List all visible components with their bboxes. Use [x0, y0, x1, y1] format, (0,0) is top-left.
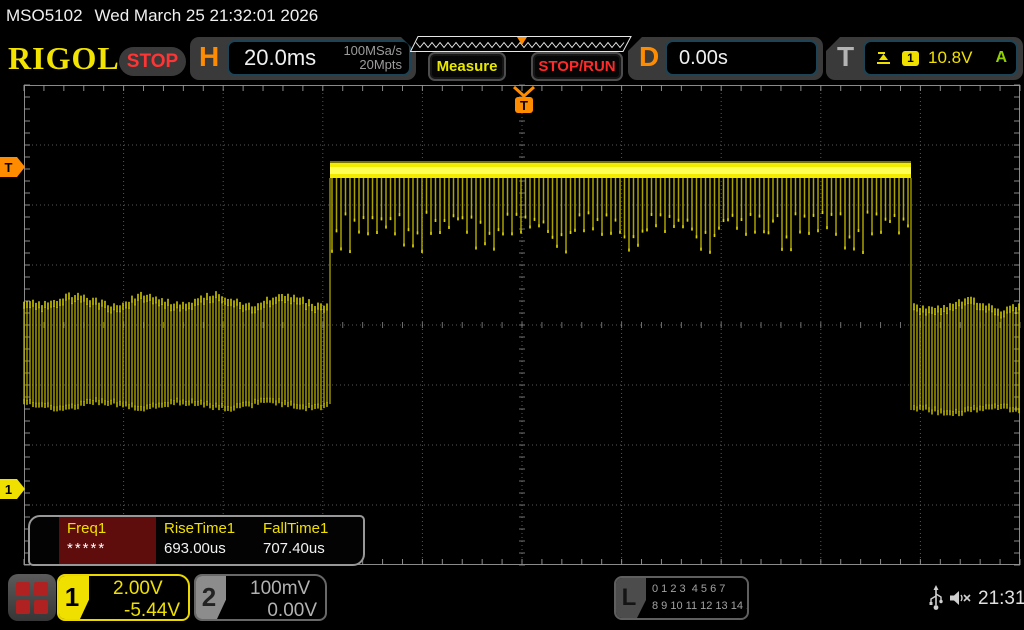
- horizontal-inset: 20.0ms 100MSa/s 20Mpts: [227, 40, 411, 76]
- measurement-risetime1-value: 693.00us: [164, 540, 249, 557]
- measurement-freq1-value: *****: [67, 540, 150, 557]
- acquisition-info: 100MSa/s 20Mpts: [343, 44, 402, 73]
- channel1-marker-label: 1: [0, 482, 17, 497]
- channel1-tab: 1: [59, 576, 89, 619]
- status-clock: 21:31: [978, 588, 1024, 610]
- trigger-position-marker-label: T: [520, 98, 528, 113]
- stop-run-button-label: STOP/RUN: [538, 58, 615, 75]
- trigger-label: T: [837, 41, 854, 73]
- waveform-overview-bar[interactable]: [410, 36, 632, 52]
- channel2-badge[interactable]: 2 100mV 0.00V: [194, 574, 327, 621]
- measurement-risetime1-label: RiseTime1: [164, 520, 249, 537]
- logic-row-2: 8 9 10 11 12 13 14 15: [652, 598, 745, 615]
- measure-button[interactable]: Measure: [428, 52, 506, 81]
- channel2-values: 100mV 0.00V: [230, 578, 317, 621]
- run-status-text: STOP: [127, 51, 178, 73]
- oscilloscope-screen: MSO5102Wed March 25 21:32:01 2026 RIGOL …: [0, 0, 1024, 630]
- timebase-value: 20.0ms: [244, 45, 316, 71]
- logic-row-1: 0 1 2 3 4 5 6 7: [652, 581, 745, 598]
- measurement-panel[interactable]: Freq1 ***** RiseTime1 693.00us FallTime1…: [28, 515, 365, 566]
- memory-depth: 20Mpts: [359, 57, 402, 72]
- measurement-freq1-label: Freq1: [67, 520, 150, 537]
- trigger-slope-icon: [875, 50, 893, 67]
- trigger-inset: 1 10.8V A: [863, 40, 1018, 76]
- logic-channel-numbers: 0 1 2 3 4 5 6 7 8 9 10 11 12 13 14 15: [652, 581, 745, 614]
- run-status-badge: STOP: [119, 47, 186, 76]
- trigger-source-badge: 1: [902, 51, 919, 66]
- menu-grid-icon: [16, 582, 48, 614]
- usb-icon: [928, 584, 944, 612]
- logic-channels-badge[interactable]: L 0 1 2 3 4 5 6 7 8 9 10 11 12 13 14 15: [614, 576, 749, 620]
- trigger-level-marker-label: T: [0, 160, 17, 175]
- measurement-falltime1-label: FallTime1: [263, 520, 328, 537]
- channel1-offset: -5.44V: [93, 600, 180, 621]
- horizontal-label: H: [199, 41, 219, 73]
- trigger-position-marker[interactable]: T: [511, 85, 537, 115]
- delay-settings-group[interactable]: D 0.00s: [628, 37, 823, 80]
- measurement-risetime1[interactable]: RiseTime1 693.00us: [156, 517, 255, 564]
- measurement-freq1[interactable]: Freq1 *****: [59, 517, 156, 564]
- delay-label: D: [639, 41, 659, 73]
- measurement-falltime1-value: 707.40us: [263, 540, 328, 557]
- channel1-badge[interactable]: 1 2.00V -5.44V: [57, 574, 190, 621]
- main-menu-button[interactable]: [8, 574, 56, 621]
- delay-value: 0.00s: [679, 47, 728, 70]
- rigol-logo: RIGOL: [8, 40, 120, 77]
- channel1-number: 1: [59, 582, 85, 613]
- channel2-tab: 2: [196, 576, 226, 619]
- channel2-number: 2: [196, 582, 222, 613]
- logic-label: L: [616, 584, 642, 612]
- measurement-falltime1[interactable]: FallTime1 707.40us: [255, 517, 334, 564]
- measure-button-label: Measure: [437, 58, 498, 75]
- trigger-sweep-mode: A: [995, 49, 1007, 67]
- trigger-settings-group[interactable]: T 1 10.8V A: [826, 37, 1023, 80]
- delay-inset: 0.00s: [665, 40, 818, 76]
- trigger-level-value: 10.8V: [928, 48, 972, 68]
- sample-rate: 100MSa/s: [343, 43, 402, 58]
- stop-run-button[interactable]: STOP/RUN: [531, 52, 623, 81]
- channel1-scale: 2.00V: [113, 578, 163, 600]
- channel2-scale: 100mV: [250, 578, 310, 600]
- channel2-offset: 0.00V: [230, 600, 317, 621]
- measurement-panel-spacer: [30, 517, 59, 564]
- logic-tab: L: [616, 578, 646, 618]
- channel1-values: 2.00V -5.44V: [93, 578, 180, 621]
- horizontal-settings-group[interactable]: H 20.0ms 100MSa/s 20Mpts: [190, 37, 416, 80]
- speaker-muted-icon: [948, 589, 974, 607]
